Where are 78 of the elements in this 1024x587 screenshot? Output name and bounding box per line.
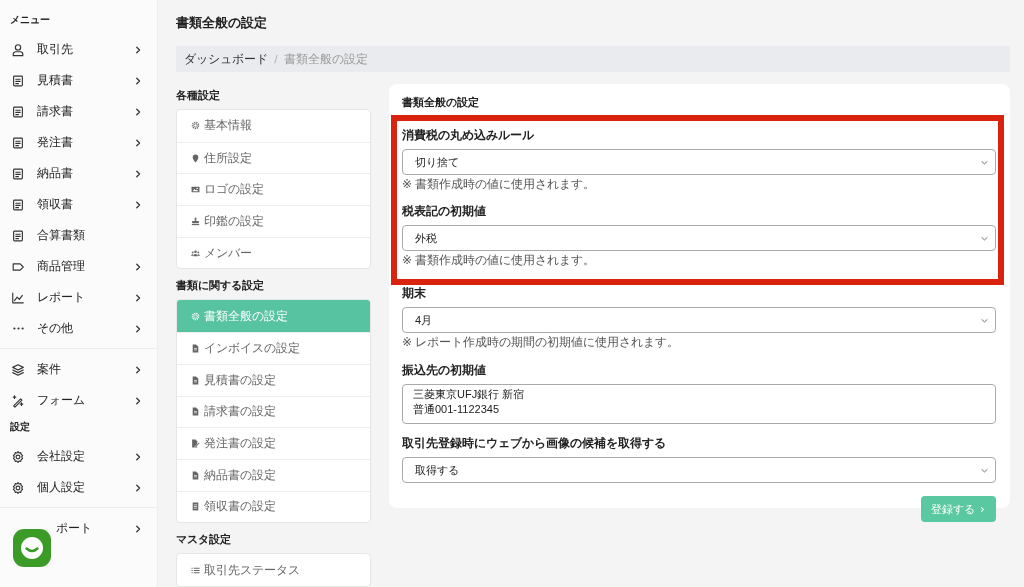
section-heading: マスタ設定: [176, 532, 232, 548]
chevron-icon: [979, 505, 986, 513]
menu-item[interactable]: 発注書: [0, 127, 157, 158]
field-label: 消費税の丸め込みルール: [402, 127, 535, 144]
breadcrumb-link[interactable]: ダッシュボード: [184, 50, 268, 68]
settings-item[interactable]: 取引先ステータス: [177, 554, 370, 586]
menu-item[interactable]: 取引先: [0, 34, 157, 65]
document-icon: [11, 104, 25, 119]
settings-icon: [11, 449, 25, 464]
field-hint: ※ 書類作成時の値に使用されます。: [402, 176, 597, 193]
select-field[interactable]: 取得する: [402, 457, 996, 483]
image-icon: [191, 185, 200, 195]
chat-button-icon[interactable]: [13, 529, 51, 567]
settings-item[interactable]: 基本情報: [177, 110, 370, 142]
select-field[interactable]: 外税: [402, 225, 996, 251]
settings-item[interactable]: 領収書の設定: [177, 490, 370, 523]
field-hint: ※ レポート作成時の期間の初期値に使用されます。: [402, 334, 681, 351]
document-icon: [11, 135, 25, 150]
receipt-icon: [191, 502, 200, 512]
document-icon: [11, 73, 25, 88]
menu-item[interactable]: 納品書: [0, 158, 157, 189]
form-title: 書類全般の設定: [402, 95, 480, 110]
settings-icon: [191, 311, 200, 321]
menu-item[interactable]: レポート: [0, 282, 157, 313]
document-icon: [11, 166, 25, 181]
person-icon: [11, 42, 25, 57]
menu-item[interactable]: 案件: [0, 354, 157, 385]
location-pin-icon: [191, 153, 200, 163]
file-icon: [191, 343, 200, 353]
field-label: 振込先の初期値: [402, 362, 487, 379]
section-heading: 設定: [9, 420, 31, 434]
settings-item[interactable]: メンバー: [177, 236, 370, 269]
section-heading: メニュー: [9, 13, 51, 27]
field-label: 取引先登録時にウェブから画像の候補を取得する: [402, 435, 667, 452]
menu-item[interactable]: 見積書: [0, 65, 157, 96]
layers-icon: [11, 362, 25, 377]
page-title: 書類全般の設定: [176, 14, 268, 32]
select-field[interactable]: 切り捨て: [402, 149, 996, 175]
menu-item[interactable]: その他: [0, 313, 157, 344]
file-icon: [191, 375, 200, 385]
menu-item[interactable]: 商品管理: [0, 251, 157, 282]
section-heading: 書類に関する設定: [176, 278, 265, 294]
settings-item[interactable]: 見積書の設定: [177, 363, 370, 396]
list-icon: [191, 565, 200, 575]
settings-item[interactable]: 発注書の設定: [177, 427, 370, 459]
menu-item[interactable]: 請求書: [0, 96, 157, 127]
settings-item[interactable]: インボイスの設定: [177, 332, 370, 364]
file-icon: [191, 470, 200, 480]
menu-item[interactable]: フォーム: [0, 385, 157, 416]
text-area[interactable]: 三菱東京UFJ銀行 新宿 普通001-1122345: [402, 384, 996, 424]
settings-item[interactable]: ロゴの設定: [177, 173, 370, 206]
settings-item[interactable]: 住所設定: [177, 141, 370, 174]
menu-item[interactable]: 合算書類: [0, 220, 157, 251]
document-icon: [11, 197, 25, 212]
field-label: 期末: [402, 285, 427, 302]
chart-icon: [11, 290, 25, 305]
settings-icon: [11, 480, 25, 495]
settings-item[interactable]: 納品書の設定: [177, 458, 370, 491]
menu-item[interactable]: ポート: [0, 513, 157, 544]
document-icon: [11, 228, 25, 243]
field-label: 税表記の初期値: [402, 203, 487, 220]
select-field[interactable]: 4月: [402, 307, 996, 333]
menu-item[interactable]: 領収書: [0, 189, 157, 220]
stamp-icon: [191, 216, 200, 226]
file-pen-icon: [191, 439, 200, 449]
settings-icon: [191, 121, 200, 131]
file-icon: [191, 407, 200, 417]
users-icon: [191, 248, 200, 258]
wand-icon: [11, 393, 25, 408]
menu-item[interactable]: 個人設定: [0, 472, 157, 503]
field-hint: ※ 書類作成時の値に使用されます。: [402, 252, 597, 269]
section-heading: 各種設定: [176, 88, 221, 103]
breadcrumb-divider-icon: [273, 54, 279, 64]
breadcrumb-current: 書類全般の設定: [284, 50, 368, 68]
settings-item[interactable]: 印鑑の設定: [177, 205, 370, 237]
settings-item[interactable]: 請求書の設定: [177, 395, 370, 428]
menu-item[interactable]: 会社設定: [0, 441, 157, 472]
more-icon: [13, 327, 24, 330]
